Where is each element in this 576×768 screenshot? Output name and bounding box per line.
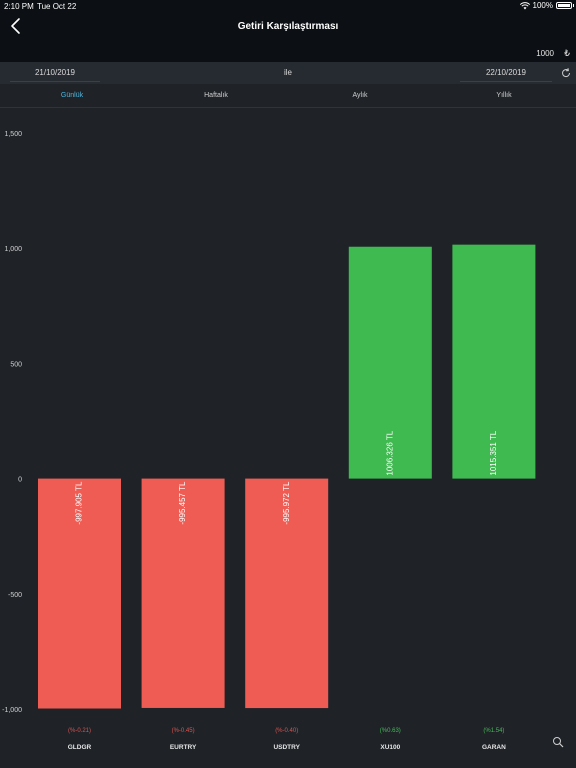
- y-tick-label: 1,500: [4, 131, 22, 138]
- x-category-label: GLDGR: [68, 744, 92, 751]
- x-category-label: EURTRY: [170, 744, 197, 751]
- x-category-label: XU100: [380, 744, 400, 751]
- period-tabs: Günlük Haftalık Aylık Yıllık: [0, 84, 576, 108]
- x-category-label: GARAN: [482, 744, 506, 751]
- page-title: Getiri Karşılaştırması: [237, 21, 339, 32]
- tab-daily[interactable]: Günlük: [0, 84, 144, 107]
- wifi-icon: [519, 1, 530, 9]
- bar-percent-label: (%1.54): [483, 728, 504, 734]
- y-tick-label: 0: [18, 477, 22, 484]
- nav-bar: Getiri Karşılaştırması: [0, 12, 576, 42]
- battery-fill: [558, 4, 570, 7]
- y-tick-label: -1,000: [2, 707, 22, 714]
- search-icon[interactable]: [552, 736, 564, 748]
- bar-percent-label: (%-0.45): [172, 728, 195, 734]
- bar-value-label: 1006.326 TL: [385, 430, 394, 475]
- tab-weekly[interactable]: Haftalık: [144, 84, 288, 107]
- bar-percent-label: (%0.63): [380, 728, 401, 734]
- bar-percent-label: (%-0.40): [275, 728, 298, 734]
- status-time: 2:10 PM: [4, 2, 34, 11]
- status-bar: 2:10 PM Tue Oct 22 100%: [0, 0, 576, 12]
- bar-percent-label: (%-0.21): [68, 728, 91, 734]
- refresh-icon[interactable]: [560, 67, 572, 79]
- status-date: Tue Oct 22: [37, 2, 77, 11]
- date-range-bar: 21/10/2019 ile 22/10/2019: [0, 62, 576, 84]
- end-date-field[interactable]: 22/10/2019: [460, 68, 552, 82]
- y-tick-label: 1,000: [4, 246, 22, 253]
- battery-percent: 100%: [532, 1, 553, 10]
- y-tick-label: -500: [8, 592, 22, 599]
- bar-value-label: 1015.351 TL: [489, 430, 498, 475]
- amount-input[interactable]: 1000: [536, 49, 554, 58]
- bar-value-label: -997.905 TL: [75, 481, 84, 525]
- status-right: 100%: [519, 1, 574, 10]
- amount-bar: 1000 ₺: [0, 42, 576, 62]
- tab-monthly[interactable]: Aylık: [288, 84, 432, 107]
- battery-icon: [556, 2, 574, 9]
- returns-bar-chart: 1,500 1,000 500 0 -500 -1,000 -997.905 TL (%-0.…: [2, 131, 536, 751]
- tab-yearly[interactable]: Yıllık: [432, 84, 576, 107]
- y-tick-label: 500: [10, 361, 22, 368]
- currency-symbol: ₺: [564, 48, 570, 58]
- x-category-label: USDTRY: [273, 744, 300, 751]
- bar-value-label: -995.457 TL: [178, 481, 187, 525]
- bar-value-label: -995.972 TL: [282, 481, 291, 525]
